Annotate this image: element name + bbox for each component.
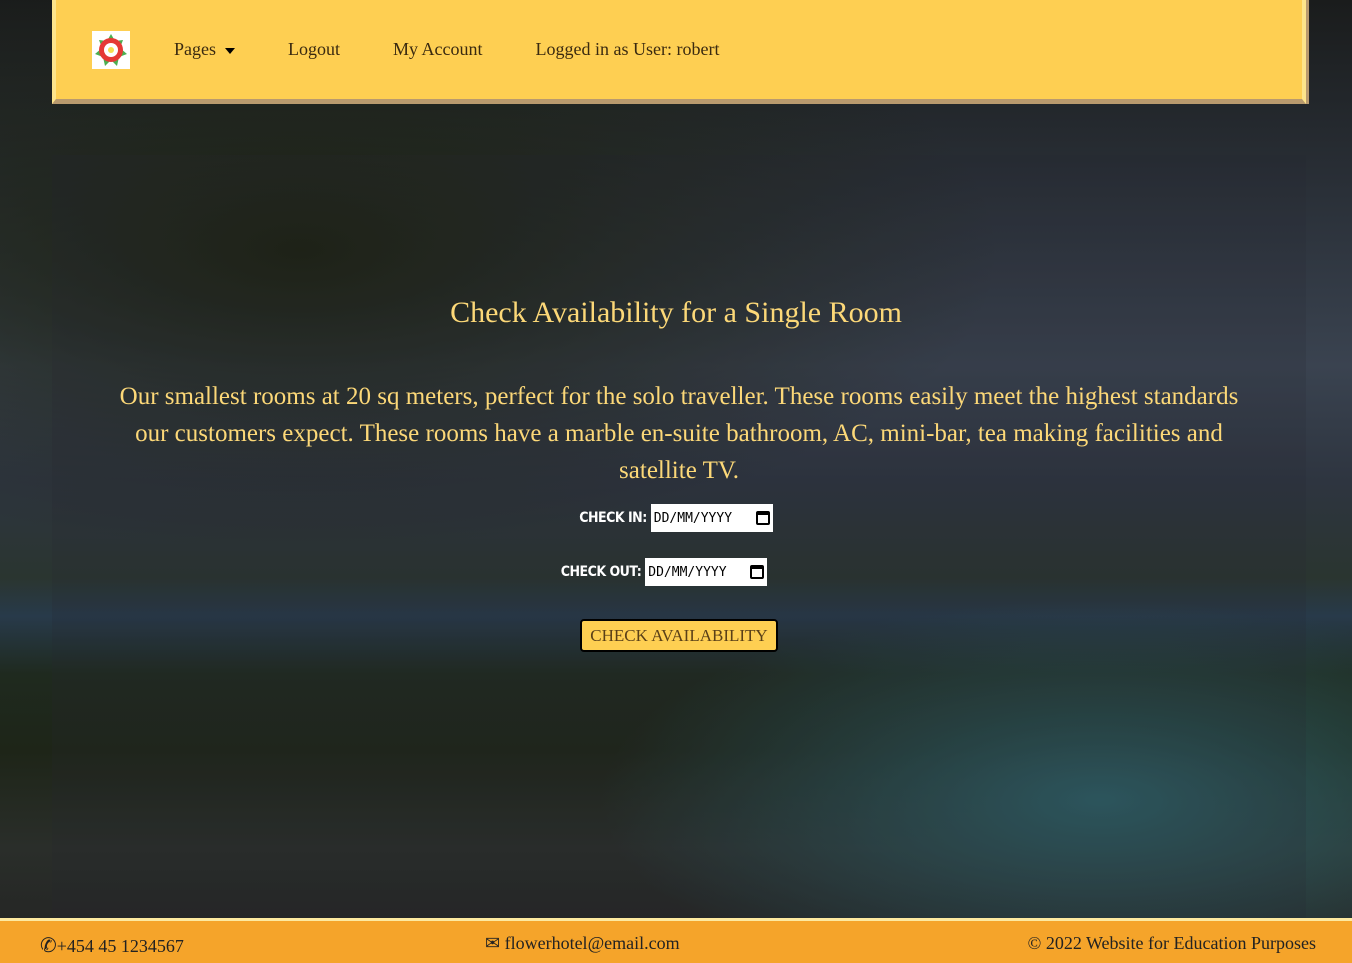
nav-pages-dropdown[interactable]: Pages [174, 39, 235, 60]
caret-down-icon [225, 47, 235, 54]
footer-email[interactable]: ✉ flowerhotel@email.com [485, 933, 680, 954]
check-out-placeholder: DD/MM/YYYY [648, 564, 727, 580]
check-in-label: CHECK IN: [579, 510, 647, 526]
content-overlay [52, 155, 1306, 920]
room-description: Our smallest rooms at 20 sq meters, perf… [119, 383, 1239, 484]
logged-in-user: Logged in as User: robert [535, 39, 720, 59]
navbar: Pages Logout My Account Logged in as Use… [52, 0, 1306, 104]
footer-copyright: © 2022 Website for Education Purposes [1027, 933, 1316, 953]
footer-phone: ✆+454 45 1234567 [40, 933, 184, 958]
pages-label: Pages [174, 39, 216, 59]
phone-text: +454 45 1234567 [56, 936, 184, 956]
calendar-icon[interactable] [750, 565, 765, 579]
phone-icon: ✆ [40, 935, 57, 957]
check-out-label: CHECK OUT: [560, 564, 642, 580]
check-availability-button[interactable]: CHECK AVAILABILITY [580, 619, 778, 652]
logo-rose-icon[interactable] [92, 30, 130, 69]
envelope-icon: ✉ [485, 933, 505, 953]
check-in-placeholder: DD/MM/YYYY [653, 510, 733, 526]
check-in-row: CHECK IN: DD/MM/YYYY [0, 504, 1352, 532]
check-out-date-input[interactable]: DD/MM/YYYY [645, 558, 768, 586]
nav-logout[interactable]: Logout [288, 39, 340, 60]
calendar-icon[interactable] [755, 511, 770, 525]
page-title: Check Availability for a Single Room [450, 296, 902, 329]
email-text: flowerhotel@email.com [504, 933, 680, 953]
check-in-date-input[interactable]: DD/MM/YYYY [650, 504, 773, 532]
footer: ✆+454 45 1234567 ✉ flowerhotel@email.com… [0, 918, 1352, 963]
check-out-row: CHECK OUT: DD/MM/YYYY [0, 558, 1352, 586]
nav-my-account[interactable]: My Account [393, 39, 483, 60]
